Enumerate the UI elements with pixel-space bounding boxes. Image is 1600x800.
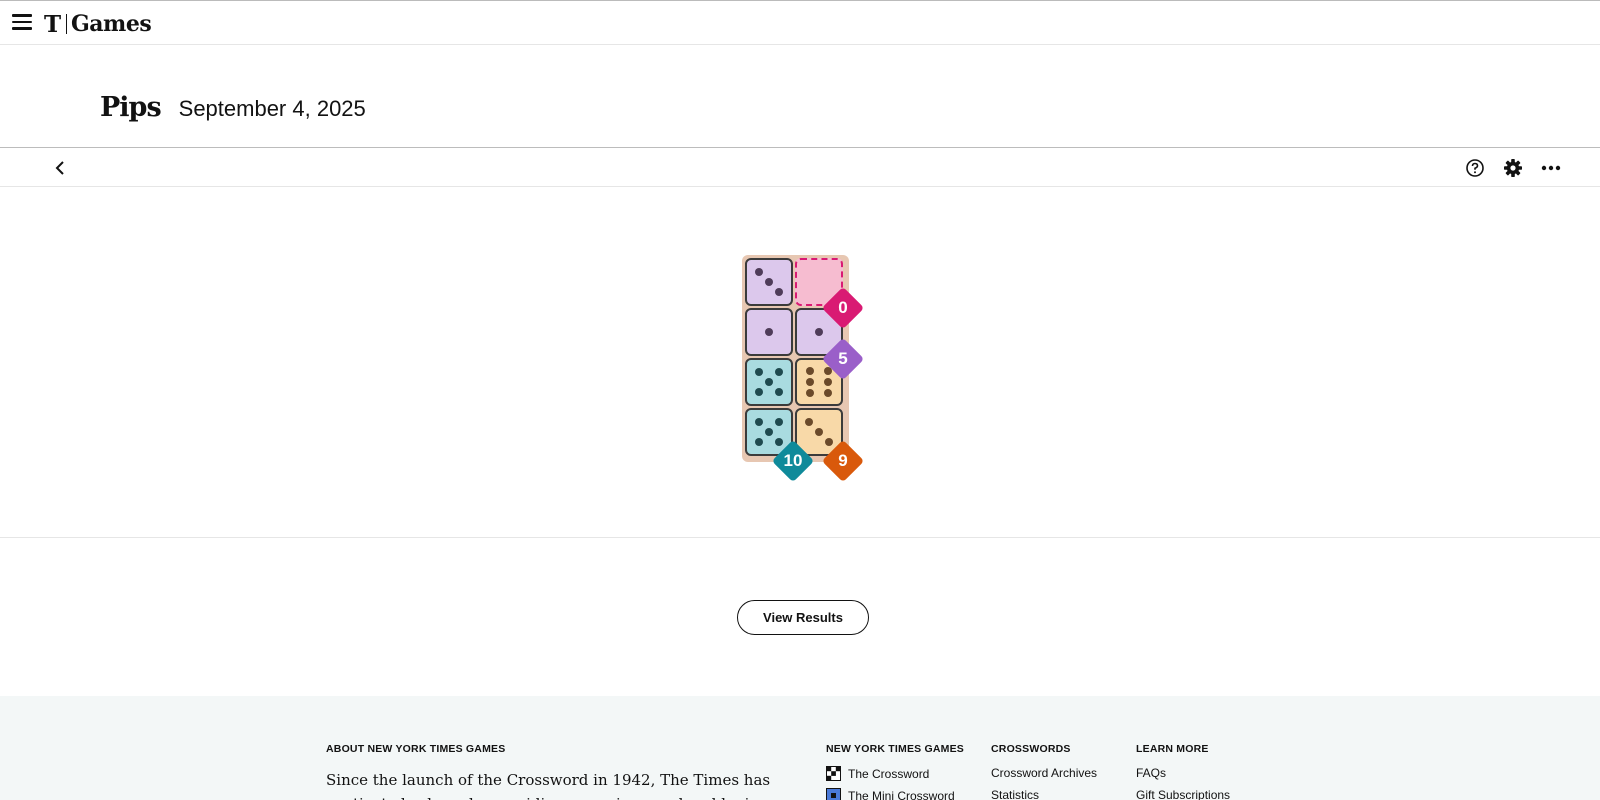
footer-link-crossword[interactable]: The Crossword [826, 766, 929, 781]
view-results-button[interactable]: View Results [737, 600, 869, 635]
footer-link-faqs[interactable]: FAQs [1136, 766, 1166, 780]
gear-icon[interactable] [1499, 154, 1527, 182]
game-title: Pips [100, 92, 162, 123]
pip [804, 417, 813, 426]
domino-half[interactable] [745, 308, 793, 356]
footer-link-statistics[interactable]: Statistics [991, 788, 1039, 800]
game-date: September 4, 2025 [178, 96, 366, 121]
game-title-row: Pips September 4, 2025 [100, 92, 366, 123]
region-target-label: 5 [838, 349, 848, 368]
pip [775, 288, 784, 297]
pip [806, 389, 815, 398]
pip [806, 378, 815, 386]
pip [825, 438, 834, 447]
menu-icon[interactable] [12, 14, 32, 32]
pip [754, 388, 763, 397]
nyt-games-heading: NEW YORK TIMES GAMES [826, 743, 964, 755]
nyt-games-logo[interactable]: T Games [44, 9, 152, 39]
pip [815, 428, 823, 436]
pips-board: 0 5 10 9 [742, 255, 865, 483]
footer-link-gift[interactable]: Gift Subscriptions [1136, 788, 1230, 800]
footer: ABOUT NEW YORK TIMES GAMES Since the lau… [0, 696, 1600, 800]
logo-word: Games [71, 11, 152, 37]
region-target-label: 0 [838, 298, 848, 317]
footer-link-mini[interactable]: The Mini Crossword [826, 788, 955, 800]
help-icon[interactable] [1461, 154, 1489, 182]
region-target-label: 10 [783, 451, 803, 470]
pip [823, 389, 832, 398]
pip [765, 278, 773, 286]
footer-link-label: Statistics [991, 788, 1040, 800]
more-icon[interactable] [1537, 154, 1565, 182]
pip [775, 388, 784, 397]
footer-link-label: Gift Subscriptions [1136, 788, 1231, 800]
pip [775, 438, 784, 447]
pip [765, 428, 773, 436]
pip [754, 267, 763, 276]
footer-link-label: Crossword Archives [991, 766, 1098, 780]
crosswords-heading: CROSSWORDS [991, 743, 1071, 755]
region-target-label: 9 [838, 451, 848, 470]
footer-link-archives[interactable]: Crossword Archives [991, 766, 1097, 780]
pip [775, 367, 784, 376]
crossword-icon [826, 766, 841, 781]
domino-half[interactable] [745, 258, 793, 306]
logo-divider [66, 14, 67, 34]
top-nav: T Games [0, 0, 1600, 45]
pip [775, 417, 784, 426]
game-toolbar [0, 147, 1600, 187]
pip [754, 417, 763, 426]
logo-letter: T [44, 10, 62, 38]
about-text: Since the launch of the Crossword in 194… [326, 771, 771, 800]
pip [815, 328, 823, 336]
pip [765, 378, 773, 386]
mini-crossword-icon [826, 788, 841, 800]
game-board-area: 0 5 10 9 [0, 188, 1600, 538]
pip [823, 378, 832, 386]
pip [765, 328, 773, 336]
footer-link-label: The Mini Crossword [848, 788, 955, 800]
footer-link-label: The Crossword [848, 766, 930, 781]
learn-more-heading: LEARN MORE [1136, 743, 1209, 755]
back-icon[interactable] [46, 154, 74, 182]
about-heading: ABOUT NEW YORK TIMES GAMES [326, 743, 506, 755]
footer-link-label: FAQs [1136, 766, 1167, 780]
pip [754, 438, 763, 447]
pip [754, 367, 763, 376]
pip [806, 366, 815, 375]
domino-half[interactable] [745, 358, 793, 406]
